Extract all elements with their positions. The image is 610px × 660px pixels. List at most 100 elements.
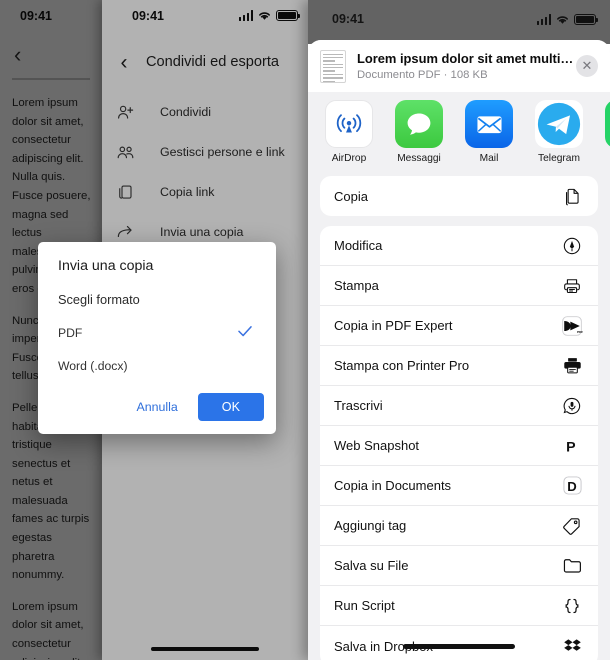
checkmark-icon [236,322,254,340]
airdrop-icon [325,100,373,148]
action-row-salva-su-file[interactable]: Salva su File [320,546,598,586]
close-icon[interactable]: ✕ [576,55,598,77]
send-copy-dialog: Invia una copia Scegli formato PDF Word … [38,242,276,434]
action-label: Modifica [334,238,383,253]
dialog-subtitle: Scegli formato [58,292,140,307]
action-label: Trascrivi [334,398,383,413]
action-row-copia-in-documents[interactable]: Copia in Documents D [320,466,598,506]
status-time: 09:41 [132,9,164,23]
status-indicators [536,14,599,25]
menu-item-label: Condividi [160,105,211,119]
copy-icon [560,184,584,208]
action-label: Aggiungi tag [334,518,407,533]
app-label: Telegram [538,153,580,164]
share-sheet-header: Lorem ipsum dolor sit amet multipag... D… [308,40,610,92]
printer-pro-app-icon [560,354,584,378]
app-whatsapp[interactable]: W [602,100,610,164]
action-row-aggiungi-tag[interactable]: Aggiungi tag [320,506,598,546]
status-bar-left: 09:41 [0,0,102,34]
share-sheet-file-meta: Lorem ipsum dolor sit amet multipag... D… [357,51,576,81]
share-sheet-group-1: Copia [320,176,598,216]
action-label: Copia in PDF Expert [334,318,453,333]
action-row-stampa[interactable]: Stampa [320,266,598,306]
action-row-copia[interactable]: Copia [320,176,598,216]
action-row-run-script[interactable]: Run Script [320,586,598,626]
home-indicator [403,644,515,649]
back-chevron-icon[interactable]: ‹ [102,52,146,73]
folder-icon [560,554,584,578]
microphone-circle-icon [560,394,584,418]
app-label: W [602,153,610,164]
copy-link-icon [116,181,144,203]
status-time: 09:41 [20,9,52,23]
svg-text:PDF: PDF [577,329,583,333]
action-label: Salva su File [334,558,409,573]
action-row-stampa-con-printer-pro[interactable]: Stampa con Printer Pro [320,346,598,386]
arrow-forward-icon [116,221,144,243]
status-bar-middle: 09:41 [102,0,308,34]
document-thumbnail-icon [320,49,346,83]
action-label: Run Script [334,598,395,613]
document-divider [12,78,90,80]
action-row-salva-in-dropbox[interactable]: Salva in Dropbox [320,626,598,660]
share-sheet-actions-scroll[interactable]: Copia Modifica Stampa Copia in PDF Exper… [308,176,610,660]
menu-item-gestisci-persone-e-link[interactable]: Gestisci persone e link [102,132,308,172]
cellular-bars-icon [238,10,253,21]
telegram-icon [535,100,583,148]
people-icon [116,141,144,163]
share-sheet-app-row[interactable]: AirDrop Messaggi Mail Telegram [308,92,610,174]
dialog-option-word[interactable]: Word (.docx) [58,359,128,373]
menu-item-label: Invia una copia [160,225,244,239]
cancel-button[interactable]: Annulla [126,394,187,420]
action-row-modifica[interactable]: Modifica [320,226,598,266]
share-export-header: ‹ Condividi ed esporta [102,40,308,84]
app-messaggi[interactable]: Messaggi [392,100,446,164]
action-row-trascrivi[interactable]: Trascrivi [320,386,598,426]
documents-app-icon: D [560,474,584,498]
menu-item-copia-link[interactable]: Copia link [102,172,308,212]
whatsapp-icon [605,100,610,148]
action-row-web-snapshot[interactable]: Web Snapshot P [320,426,598,466]
action-label: Copia [334,188,368,204]
app-label: Messaggi [397,153,441,164]
battery-icon [574,14,599,25]
action-label: Stampa [334,278,379,293]
wifi-icon [557,16,568,24]
app-label: AirDrop [331,153,367,164]
action-label: Web Snapshot [334,438,420,453]
page-title: Condividi ed esporta [146,54,280,70]
action-label: Stampa con Printer Pro [334,358,470,373]
share-export-menu: Condividi Gestisci persone e link Copia … [102,92,308,252]
web-snapshot-app-icon: P [560,434,584,458]
menu-item-condividi[interactable]: Condividi [102,92,308,132]
back-chevron-icon[interactable]: ‹ [14,44,21,66]
dialog-actions: Annulla OK [126,393,264,421]
status-time: 09:41 [332,12,364,26]
dropbox-icon [560,634,584,658]
mail-icon [465,100,513,148]
action-row-copia-in-pdf-expert[interactable]: Copia in PDF Expert PDF [320,306,598,346]
ios-share-sheet-panel: 09:41 Lorem ipsum dolor sit amet multipa… [308,0,610,660]
document-paragraph: Lorem ipsum dolor sit amet, consectetur … [12,600,84,660]
messages-icon [395,100,443,148]
screen-root: 09:41 ‹ Lorem ipsum dolor sit amet, cons… [0,0,610,660]
dialog-option-pdf[interactable]: PDF [58,326,82,340]
app-label: Mail [479,153,499,164]
cellular-bars-icon [536,14,551,25]
battery-icon [276,10,301,21]
app-telegram[interactable]: Telegram [532,100,586,164]
file-subtitle: Documento PDF · 108 KB [357,68,488,81]
home-indicator [151,646,259,651]
app-mail[interactable]: Mail [462,100,516,164]
action-label: Copia in Documents [334,478,452,493]
dialog-title: Invia una copia [58,258,154,274]
menu-item-label: Copia link [160,185,215,199]
share-sheet: Lorem ipsum dolor sit amet multipag... D… [308,40,610,660]
app-airdrop[interactable]: AirDrop [322,100,376,164]
ok-button[interactable]: OK [197,393,264,421]
pdf-expert-app-icon: PDF [560,314,584,338]
braces-icon [560,594,584,618]
person-add-icon [116,101,144,123]
menu-item-label: Gestisci persone e link [160,145,285,159]
svg-text:P: P [566,439,575,455]
